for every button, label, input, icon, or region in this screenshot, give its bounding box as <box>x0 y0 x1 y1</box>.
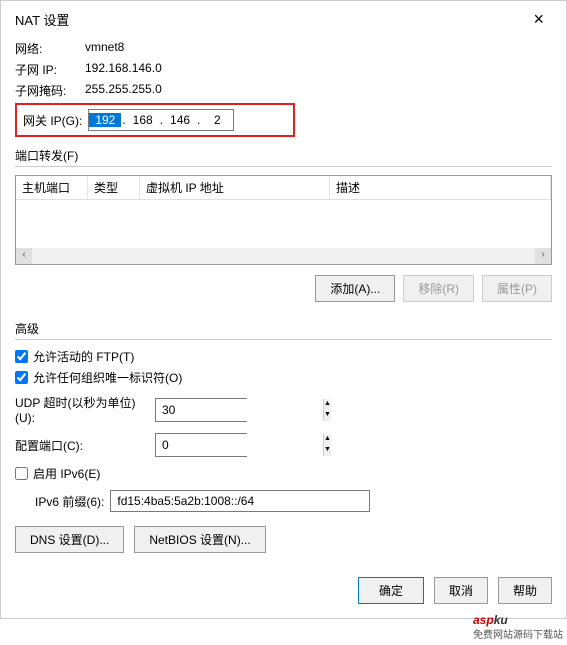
chevron-down-icon[interactable]: ▼ <box>324 410 331 421</box>
enable-ipv6-checkbox[interactable] <box>15 467 28 480</box>
gateway-octet-4[interactable] <box>201 113 233 127</box>
config-port-label: 配置端口(C): <box>15 437 155 454</box>
watermark-logo: aspku 免费网站源码下载站 <box>473 604 563 641</box>
subnet-ip-label: 子网 IP: <box>15 61 85 78</box>
properties-button: 属性(P) <box>482 275 552 302</box>
udp-timeout-input[interactable] <box>156 399 323 421</box>
col-vmip[interactable]: 虚拟机 IP 地址 <box>140 176 330 199</box>
subnet-mask-value: 255.255.255.0 <box>85 82 162 99</box>
ipv6-prefix-label: IPv6 前缀(6): <box>35 493 104 510</box>
close-icon[interactable]: × <box>525 9 552 30</box>
allow-oui-label[interactable]: 允许任何组织唯一标识符(O) <box>33 369 182 386</box>
advanced-group-title: 高级 <box>15 320 552 340</box>
config-port-input[interactable] <box>156 434 323 456</box>
gateway-octet-1[interactable] <box>89 113 121 127</box>
subnet-ip-value: 192.168.146.0 <box>85 61 162 78</box>
horizontal-scrollbar[interactable]: ‹ › <box>16 248 551 264</box>
enable-ipv6-label[interactable]: 启用 IPv6(E) <box>33 465 100 482</box>
table-header: 主机端口 类型 虚拟机 IP 地址 描述 <box>16 176 551 200</box>
config-port-stepper[interactable]: ▲▼ <box>155 433 247 457</box>
remove-button: 移除(R) <box>403 275 474 302</box>
netbios-settings-button[interactable]: NetBIOS 设置(N)... <box>134 526 265 553</box>
scroll-left-icon[interactable]: ‹ <box>16 248 32 264</box>
cancel-button[interactable]: 取消 <box>434 577 488 604</box>
add-button[interactable]: 添加(A)... <box>315 275 395 302</box>
subnet-mask-row: 子网掩码: 255.255.255.0 <box>15 82 552 99</box>
udp-timeout-stepper[interactable]: ▲▼ <box>155 398 247 422</box>
chevron-up-icon[interactable]: ▲ <box>324 434 331 445</box>
network-value: vmnet8 <box>85 40 124 57</box>
help-button[interactable]: 帮助 <box>498 577 552 604</box>
col-hostport[interactable]: 主机端口 <box>16 176 88 199</box>
subnet-mask-label: 子网掩码: <box>15 82 85 99</box>
window-title: NAT 设置 <box>15 10 69 29</box>
col-desc[interactable]: 描述 <box>330 176 551 199</box>
nat-settings-dialog: NAT 设置 × 网络: vmnet8 子网 IP: 192.168.146.0… <box>0 0 567 619</box>
subnet-ip-row: 子网 IP: 192.168.146.0 <box>15 61 552 78</box>
chevron-up-icon[interactable]: ▲ <box>324 399 331 410</box>
gateway-ip-input[interactable]: . . . <box>88 109 234 131</box>
network-row: 网络: vmnet8 <box>15 40 552 57</box>
port-forward-group-title: 端口转发(F) <box>15 147 552 167</box>
scroll-right-icon[interactable]: › <box>535 248 551 264</box>
gateway-octet-3[interactable] <box>164 113 196 127</box>
port-forward-table[interactable]: 主机端口 类型 虚拟机 IP 地址 描述 ‹ › <box>15 175 552 265</box>
chevron-down-icon[interactable]: ▼ <box>324 445 331 456</box>
allow-oui-checkbox[interactable] <box>15 371 28 384</box>
gateway-label: 网关 IP(G): <box>23 112 82 129</box>
allow-ftp-checkbox[interactable] <box>15 350 28 363</box>
network-label: 网络: <box>15 40 85 57</box>
title-bar: NAT 设置 × <box>1 1 566 34</box>
ok-button[interactable]: 确定 <box>358 577 424 604</box>
udp-timeout-label: UDP 超时(以秒为单位)(U): <box>15 394 155 425</box>
col-type[interactable]: 类型 <box>88 176 140 199</box>
ipv6-prefix-input[interactable] <box>110 490 370 512</box>
allow-ftp-label[interactable]: 允许活动的 FTP(T) <box>33 348 134 365</box>
gateway-octet-2[interactable] <box>127 113 159 127</box>
gateway-row: 网关 IP(G): . . . <box>15 103 295 137</box>
dns-settings-button[interactable]: DNS 设置(D)... <box>15 526 124 553</box>
